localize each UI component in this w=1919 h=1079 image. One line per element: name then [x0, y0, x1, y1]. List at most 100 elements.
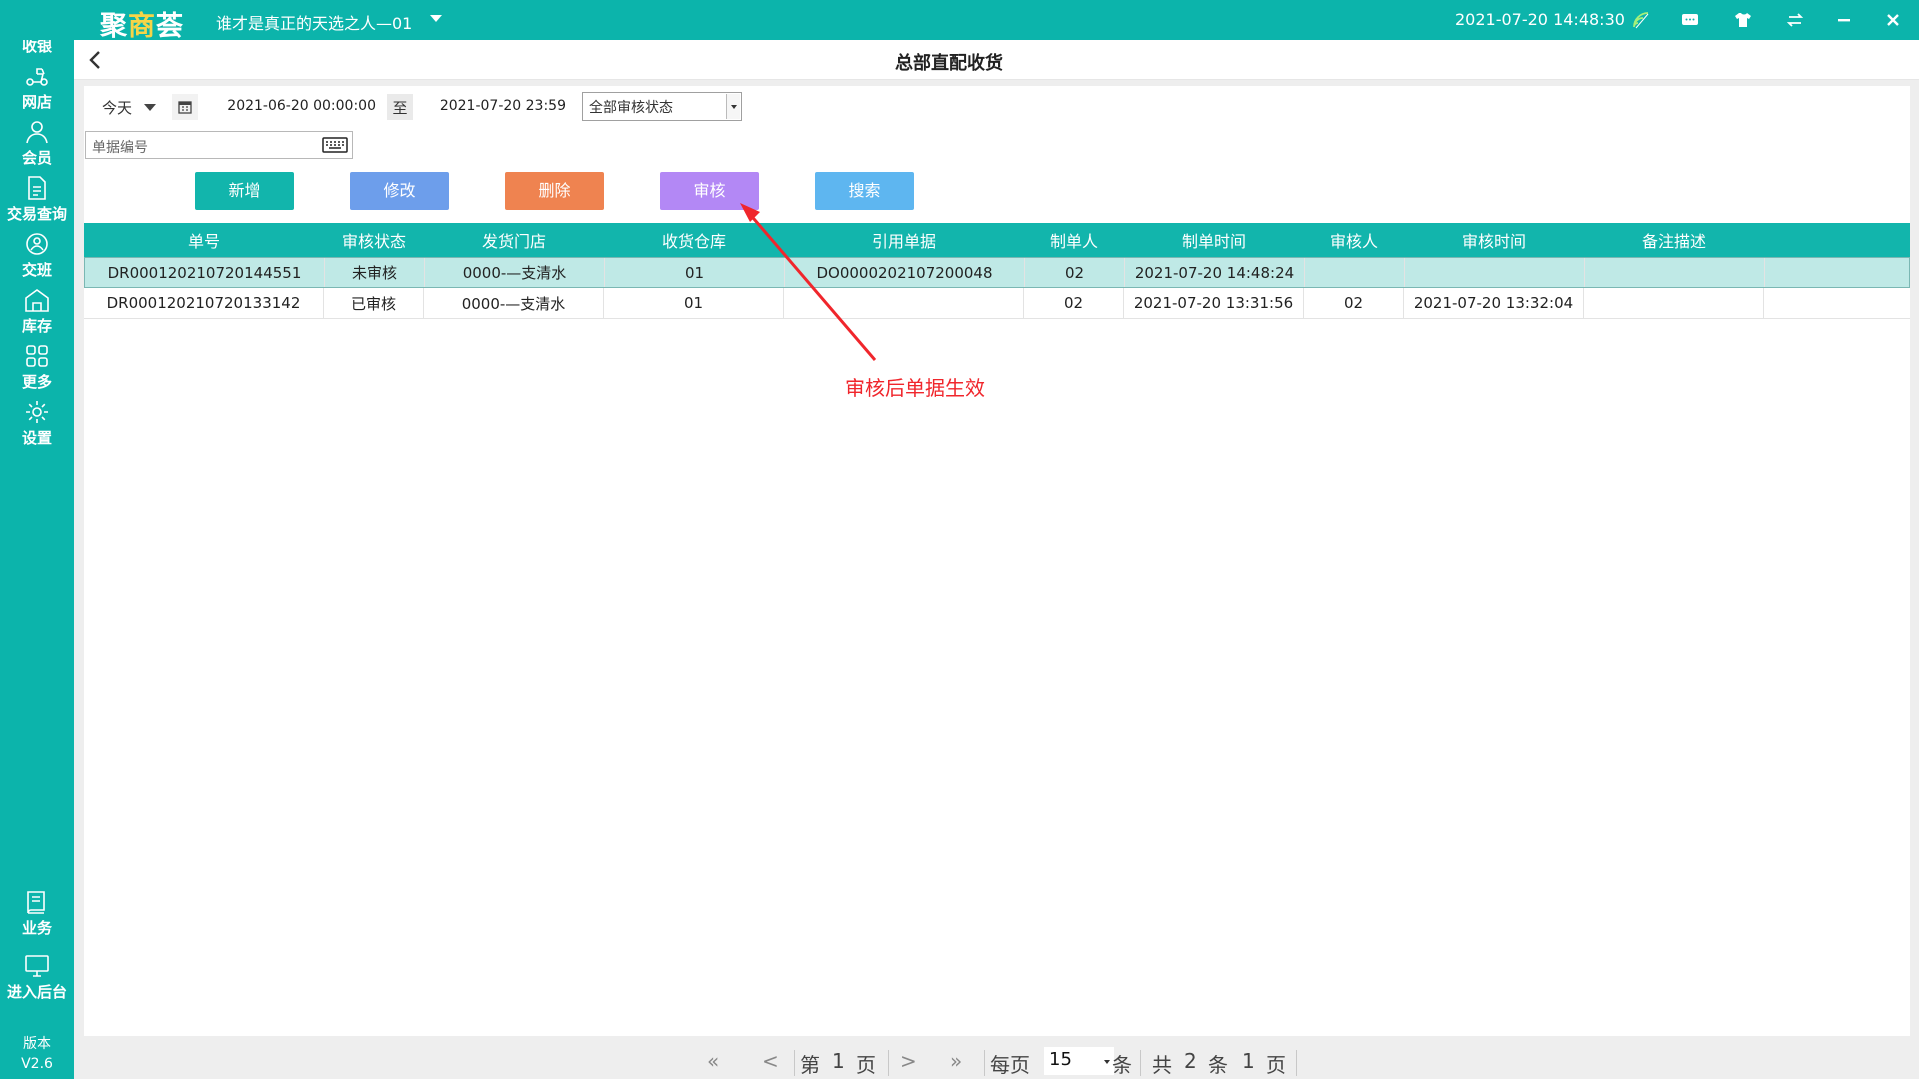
page-suffix: 页	[856, 1053, 876, 1077]
doc-number-input[interactable]: 单据编号	[85, 131, 353, 159]
store-switch-caret-icon[interactable]	[430, 15, 442, 22]
first-page-button[interactable]: «	[707, 1049, 719, 1073]
theme-shirt-icon[interactable]	[1731, 8, 1755, 32]
period-select-value: 今天	[102, 99, 133, 117]
date-range-to-label: 至	[387, 94, 413, 120]
shift-icon	[26, 233, 48, 255]
column-header[interactable]: 单号	[84, 223, 324, 257]
total-pages-unit: 页	[1266, 1053, 1286, 1077]
sidebar-item-more[interactable]: 更多	[0, 338, 74, 402]
per-page-label: 每页	[990, 1053, 1030, 1077]
delete-button[interactable]: 删除	[505, 172, 604, 210]
sidebar-item-label: 业务	[21, 919, 52, 937]
app-logo: 聚商荟	[100, 11, 184, 42]
per-page-unit: 条	[1112, 1053, 1132, 1077]
next-page-button[interactable]: >	[900, 1049, 917, 1073]
sidebar-item-settings[interactable]: 设置	[0, 394, 74, 458]
warehouse-icon	[25, 289, 49, 312]
calendar-icon[interactable]	[172, 94, 198, 120]
end-date-input[interactable]: 2021-07-20 23:59	[420, 94, 566, 120]
sidebar-item-online-store[interactable]: 网店	[0, 58, 74, 122]
sidebar-item-label: 网店	[21, 93, 52, 111]
table-cell	[1584, 288, 1764, 318]
total-prefix: 共	[1152, 1053, 1172, 1077]
table-cell: 2021-07-20 14:48:24	[1125, 258, 1305, 287]
sidebar-item-label: 交易查询	[6, 205, 67, 223]
audit-button[interactable]: 审核	[660, 172, 759, 210]
keyboard-icon[interactable]	[320, 133, 350, 157]
column-header[interactable]: 引用单据	[784, 223, 1024, 257]
current-page[interactable]: 1	[832, 1049, 845, 1073]
audit-status-select[interactable]: 全部审核状态	[582, 92, 742, 121]
audit-status-value: 全部审核状态	[589, 100, 673, 116]
store-name: 谁才是真正的天选之人—01	[216, 14, 413, 33]
table-cell: 01	[605, 258, 785, 287]
column-header[interactable]: 制单人	[1024, 223, 1124, 257]
table-cell: 未审核	[325, 258, 425, 287]
sidebar-item-shift[interactable]: 交班	[0, 226, 74, 290]
table-cell: 已审核	[324, 288, 424, 318]
switch-arrows-icon[interactable]	[1783, 8, 1807, 32]
table-cell: 01	[604, 288, 784, 318]
total-unit: 条	[1208, 1053, 1228, 1077]
column-header[interactable]: 发货门店	[424, 223, 604, 257]
pager-divider	[888, 1050, 889, 1076]
table-header: 单号 审核状态 发货门店 收货仓库 引用单据 制单人 制单时间 审核人 审核时间…	[84, 223, 1910, 257]
add-button[interactable]: 新增	[195, 172, 294, 210]
table-cell	[784, 288, 1024, 318]
table-cell: 2021-07-20 13:31:56	[1124, 288, 1304, 318]
column-header[interactable]: 制单时间	[1124, 223, 1304, 257]
table-cell	[1585, 258, 1765, 287]
wifi-icon[interactable]	[1629, 8, 1653, 32]
table-cell: 02	[1304, 288, 1404, 318]
version-label: 版本	[23, 1036, 51, 1052]
document-icon	[28, 176, 46, 200]
table-cell: DO0000202107200048	[785, 258, 1025, 287]
table-cell: 02	[1025, 258, 1125, 287]
close-icon[interactable]	[1881, 8, 1905, 32]
start-date-input[interactable]: 2021-06-20 00:00:00	[205, 94, 380, 120]
page-prefix: 第	[800, 1053, 820, 1077]
per-page-select[interactable]: 15	[1044, 1047, 1114, 1075]
table-cell: 0000-—支清水	[424, 288, 604, 318]
column-header[interactable]: 备注描述	[1584, 223, 1764, 257]
sidebar-item-label: 会员	[21, 149, 52, 167]
table-row[interactable]: DR000120210720144551 未审核 0000-—支清水 01 DO…	[84, 257, 1910, 288]
sidebar-item-business[interactable]: 业务	[0, 884, 74, 948]
table-row[interactable]: DR000120210720133142 已审核 0000-—支清水 01 02…	[84, 288, 1910, 319]
column-header[interactable]: 审核状态	[324, 223, 424, 257]
book-icon	[27, 891, 45, 914]
last-page-button[interactable]: »	[950, 1049, 962, 1073]
grid-icon	[26, 345, 48, 367]
page-header: 总部直配收货	[74, 40, 1919, 80]
table-cell: 2021-07-20 13:32:04	[1404, 288, 1584, 318]
dropdown-arrow-icon	[726, 94, 740, 119]
pager-divider	[794, 1050, 795, 1076]
sidebar-item-label: 库存	[21, 317, 52, 335]
table-cell	[1305, 258, 1405, 287]
edit-button[interactable]: 修改	[350, 172, 449, 210]
current-datetime: 2021-07-20 14:48:30	[1455, 10, 1625, 29]
table-cell: 0000-—支清水	[425, 258, 605, 287]
sidebar-item-inventory[interactable]: 库存	[0, 282, 74, 346]
column-header[interactable]: 审核人	[1304, 223, 1404, 257]
column-header[interactable]: 收货仓库	[604, 223, 784, 257]
sidebar-item-label: 交班	[21, 261, 52, 279]
sidebar-item-label: 设置	[21, 429, 52, 447]
sidebar-item-label: 进入后台	[6, 983, 67, 1001]
message-icon[interactable]	[1678, 8, 1702, 32]
sidebar-item-backend[interactable]: 进入后台	[0, 948, 74, 1012]
period-select[interactable]: 今天	[90, 92, 164, 122]
minimize-icon[interactable]	[1832, 8, 1856, 32]
sidebar-item-label: 更多	[21, 373, 52, 391]
pager-divider	[1140, 1050, 1141, 1076]
sidebar-item-transactions[interactable]: 交易查询	[0, 170, 74, 234]
prev-page-button[interactable]: <	[762, 1049, 779, 1073]
version-value: V2.6	[21, 1056, 53, 1072]
table-cell: DR000120210720144551	[85, 258, 325, 287]
search-button[interactable]: 搜索	[815, 172, 914, 210]
sidebar-item-member[interactable]: 会员	[0, 114, 74, 178]
sidebar: 收银 网店 会员 交易查询 交班 库存 更多 设置 业务 进入后台 版本 V2.…	[0, 0, 74, 1079]
column-header[interactable]: 审核时间	[1404, 223, 1584, 257]
scooter-icon	[26, 68, 48, 86]
